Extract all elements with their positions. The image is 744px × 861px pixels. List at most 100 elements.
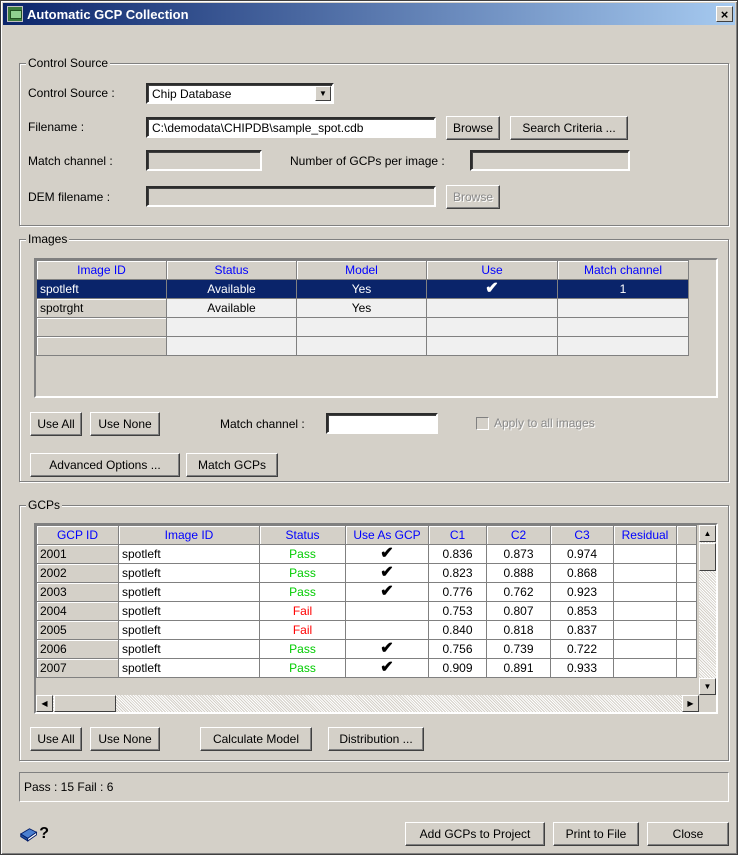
gcp-row[interactable]: 2006 spotleft Pass ✔ 0.756 0.739 0.722	[36, 639, 697, 659]
gcp-row[interactable]: 2001 spotleft Pass ✔ 0.836 0.873 0.974	[36, 544, 697, 564]
cell-status: Available	[166, 298, 297, 318]
gcps-vertical-scrollbar[interactable]: ▲ ▼	[699, 525, 716, 695]
scroll-up-icon[interactable]: ▲	[699, 525, 716, 542]
print-to-file-button[interactable]: Print to File	[553, 822, 639, 846]
images-use-all-button[interactable]: Use All	[30, 412, 82, 436]
cell-use[interactable]: ✔	[426, 279, 558, 299]
gcps-use-all-button[interactable]: Use All	[30, 727, 82, 751]
cell-gcp-id[interactable]: 2001	[36, 544, 119, 564]
cell-image-id[interactable]: spotrght	[36, 298, 167, 318]
cell-match-channel[interactable]	[557, 298, 689, 318]
status-text: Pass : 15 Fail : 6	[24, 780, 114, 794]
cell-gcp-id[interactable]: 2004	[36, 601, 119, 621]
gcp-row[interactable]: 2005 spotleft Fail 0.840 0.818 0.837	[36, 620, 697, 640]
col-match-channel[interactable]: Match channel	[557, 260, 689, 280]
match-gcps-button[interactable]: Match GCPs	[186, 453, 278, 477]
cell-c2: 0.762	[486, 582, 551, 602]
col-residual[interactable]: Residual	[613, 525, 677, 545]
browse-button[interactable]: Browse	[446, 116, 500, 140]
col-use-as-gcp[interactable]: Use As GCP	[345, 525, 429, 545]
col-image-id[interactable]: Image ID	[36, 260, 167, 280]
images-match-channel-label: Match channel :	[220, 417, 305, 431]
control-source-select[interactable]: Chip Database ▼	[146, 83, 334, 104]
cell-use-as-gcp[interactable]: ✔	[345, 582, 429, 602]
add-gcps-to-project-button[interactable]: Add GCPs to Project	[405, 822, 545, 846]
col-c1[interactable]: C1	[428, 525, 487, 545]
gcp-row[interactable]: 2002 spotleft Pass ✔ 0.823 0.888 0.868	[36, 563, 697, 583]
search-criteria-button[interactable]: Search Criteria ...	[510, 116, 628, 140]
cell-image-id: spotleft	[118, 601, 260, 621]
cell-use-as-gcp[interactable]	[345, 601, 429, 621]
distribution-button[interactable]: Distribution ...	[328, 727, 424, 751]
cell-c2: 0.739	[486, 639, 551, 659]
gcp-row[interactable]: 2004 spotleft Fail 0.753 0.807 0.853	[36, 601, 697, 621]
cell-gcp-id[interactable]: 2002	[36, 563, 119, 583]
scroll-down-icon[interactable]: ▼	[699, 678, 716, 695]
images-use-none-button[interactable]: Use None	[90, 412, 160, 436]
scroll-right-icon[interactable]: ▶	[682, 695, 699, 712]
gcp-row[interactable]: 2003 spotleft Pass ✔ 0.776 0.762 0.923	[36, 582, 697, 602]
cell-use[interactable]	[426, 336, 558, 356]
col-use[interactable]: Use	[426, 260, 558, 280]
image-row[interactable]	[36, 336, 689, 356]
scroll-thumb[interactable]	[54, 695, 116, 712]
image-row[interactable]: spotrght Available Yes	[36, 298, 689, 318]
cell-gcp-id[interactable]: 2006	[36, 639, 119, 659]
dem-filename-field[interactable]	[146, 186, 436, 207]
cell-gcp-id[interactable]: 2005	[36, 620, 119, 640]
col-status[interactable]: Status	[259, 525, 346, 545]
cell-gcp-id[interactable]: 2003	[36, 582, 119, 602]
calculate-model-button[interactable]: Calculate Model	[200, 727, 312, 751]
cell-image-id: spotleft	[118, 658, 260, 678]
apply-all-checkbox-row[interactable]: Apply to all images	[476, 416, 595, 430]
gcps-horizontal-scrollbar[interactable]: ◀ ▶	[36, 695, 699, 712]
image-row[interactable]	[36, 317, 689, 337]
cell-use-as-gcp[interactable]: ✔	[345, 544, 429, 564]
cell-gcp-id[interactable]: 2007	[36, 658, 119, 678]
cell-image-id[interactable]	[36, 317, 167, 337]
images-match-channel-input[interactable]	[326, 413, 438, 434]
match-channel-field[interactable]	[146, 150, 262, 171]
cell-image-id[interactable]: spotleft	[36, 279, 167, 299]
cell-match-channel[interactable]	[557, 317, 689, 337]
scroll-left-icon[interactable]: ◀	[36, 695, 53, 712]
cell-model: Yes	[296, 279, 427, 299]
col-c3[interactable]: C3	[550, 525, 614, 545]
dem-filename-label: DEM filename :	[28, 190, 111, 204]
cell-use-as-gcp[interactable]: ✔	[345, 639, 429, 659]
cell-use-as-gcp[interactable]	[345, 620, 429, 640]
close-window-button[interactable]: ×	[716, 6, 733, 22]
match-channel-label: Match channel :	[28, 154, 113, 168]
cell-use[interactable]	[426, 298, 558, 318]
cell-use-as-gcp[interactable]: ✔	[345, 658, 429, 678]
cell-match-channel[interactable]	[557, 336, 689, 356]
col-c2[interactable]: C2	[486, 525, 551, 545]
image-row[interactable]: spotleft Available Yes ✔ 1	[36, 279, 689, 299]
gcps-use-none-button[interactable]: Use None	[90, 727, 160, 751]
col-gcp-id[interactable]: GCP ID	[36, 525, 119, 545]
advanced-options-button[interactable]: Advanced Options ...	[30, 453, 180, 477]
dem-browse-button[interactable]: Browse	[446, 185, 500, 209]
gcps-per-image-field[interactable]	[470, 150, 630, 171]
cell-c2: 0.891	[486, 658, 551, 678]
cell-c3: 0.853	[550, 601, 614, 621]
filename-input[interactable]: C:\demodata\CHIPDB\sample_spot.cdb	[146, 117, 436, 138]
cell-use-as-gcp[interactable]: ✔	[345, 563, 429, 583]
cell-match-channel[interactable]: 1	[557, 279, 689, 299]
apply-all-checkbox[interactable]	[476, 416, 489, 430]
help-icon[interactable]: ?	[19, 821, 49, 847]
gcp-row[interactable]: 2007 spotleft Pass ✔ 0.909 0.891 0.933	[36, 658, 697, 678]
cell-image-id[interactable]	[36, 336, 167, 356]
cell-extra	[676, 544, 697, 564]
chevron-down-icon[interactable]: ▼	[315, 86, 331, 101]
scroll-thumb[interactable]	[699, 543, 716, 571]
images-header-row: Image ID Status Model Use Match channel	[36, 260, 689, 280]
cell-c3: 0.837	[550, 620, 614, 640]
cell-extra	[676, 620, 697, 640]
col-status[interactable]: Status	[166, 260, 297, 280]
col-image-id[interactable]: Image ID	[118, 525, 260, 545]
cell-use[interactable]	[426, 317, 558, 337]
gcps-group-label: GCPs	[26, 498, 63, 512]
col-model[interactable]: Model	[296, 260, 427, 280]
close-button[interactable]: Close	[647, 822, 729, 846]
